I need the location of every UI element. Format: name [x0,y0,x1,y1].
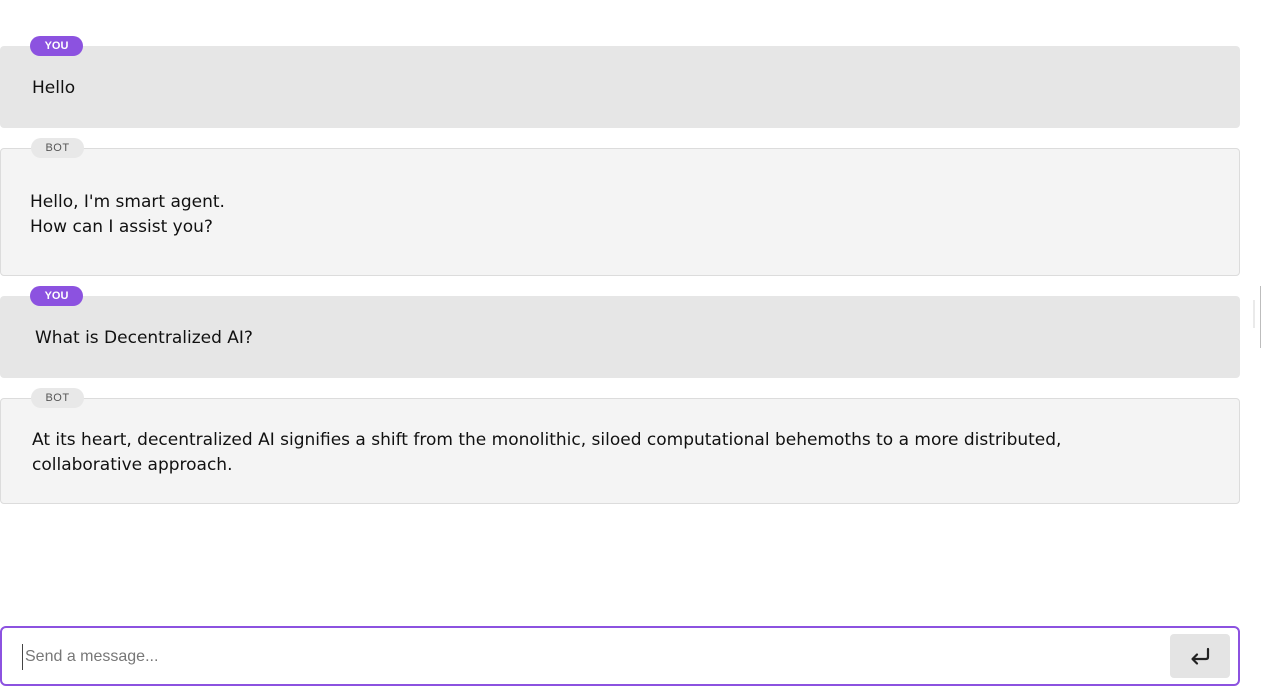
send-button[interactable] [1170,634,1230,678]
message-composer [0,626,1240,686]
chat-window: YOU Hello BOT Hello, I'm smart agent. Ho… [0,0,1261,686]
message-text: What is Decentralized AI? [35,328,253,348]
bot-role-badge: BOT [31,138,84,158]
user-message: YOU What is Decentralized AI? [0,286,1240,378]
message-input[interactable] [22,644,1155,670]
bot-role-badge: BOT [31,388,84,408]
enter-return-icon [1188,646,1212,666]
message-text: Hello [32,78,76,98]
user-role-badge: YOU [30,286,83,306]
bot-message: BOT Hello, I'm smart agent. How can I as… [0,138,1240,276]
message-text: Hello, I'm smart agent. How can I assist… [30,192,225,237]
scroll-edge [1253,286,1261,348]
message-text: At its heart, decentralized AI signifies… [32,430,1062,475]
user-role-badge: YOU [30,36,83,56]
user-message: YOU Hello [0,36,1240,128]
bot-message: BOT At its heart, decentralized AI signi… [0,388,1240,504]
